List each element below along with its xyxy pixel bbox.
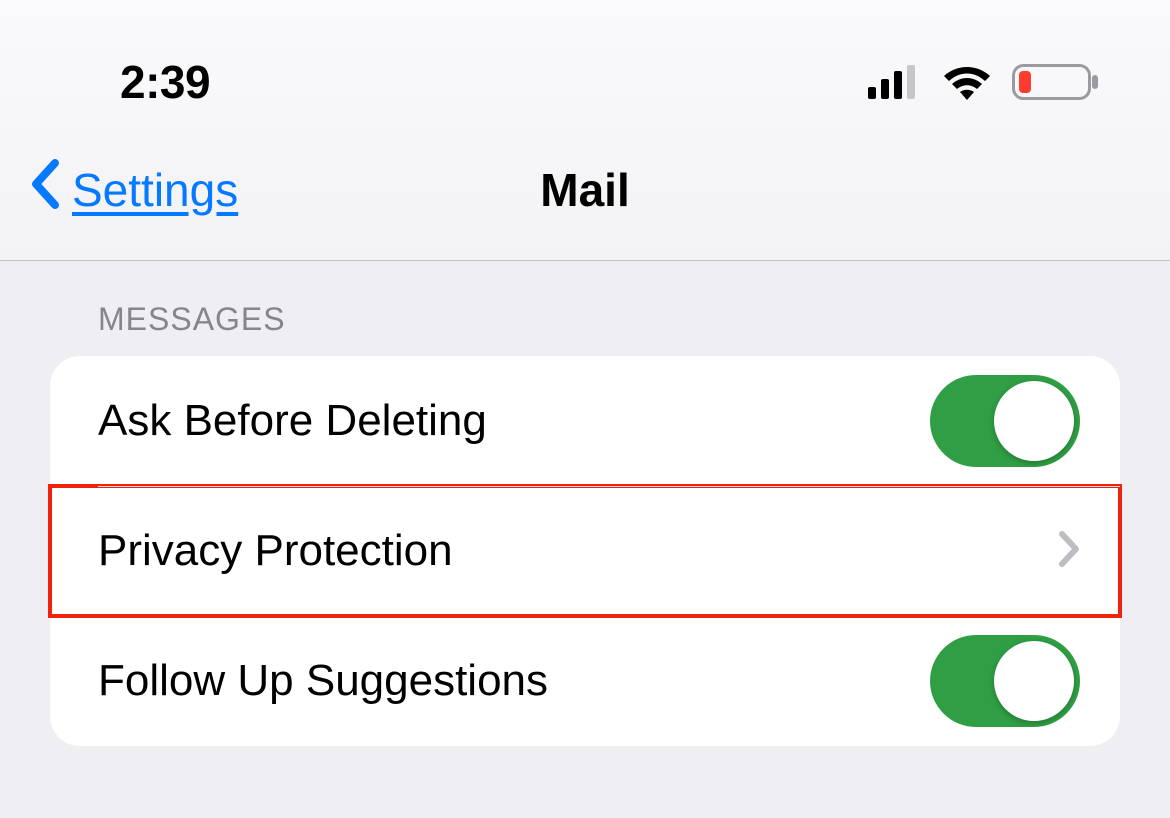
cell-label: Follow Up Suggestions xyxy=(98,656,548,706)
toggle-knob xyxy=(994,641,1074,721)
status-icons xyxy=(868,62,1100,102)
back-label: Settings xyxy=(72,163,238,217)
cell-label: Ask Before Deleting xyxy=(98,396,487,446)
wifi-icon xyxy=(942,64,992,100)
cellular-signal-icon xyxy=(868,65,922,99)
cell-ask-before-deleting[interactable]: Ask Before Deleting xyxy=(50,356,1120,486)
back-button[interactable]: Settings xyxy=(30,159,238,220)
toggle-follow-up-suggestions[interactable] xyxy=(930,635,1080,727)
cell-label: Privacy Protection xyxy=(98,526,453,576)
toggle-knob xyxy=(994,381,1074,461)
nav-bar: Settings Mail xyxy=(0,139,1170,261)
cell-follow-up-suggestions[interactable]: Follow Up Suggestions xyxy=(50,616,1120,746)
battery-low-icon xyxy=(1012,62,1100,102)
cell-privacy-protection[interactable]: Privacy Protection xyxy=(50,486,1120,616)
status-time: 2:39 xyxy=(120,55,210,109)
toggle-ask-before-deleting[interactable] xyxy=(930,375,1080,467)
chevron-right-icon xyxy=(1058,530,1080,573)
cell-group: Ask Before Deleting Privacy Protection F… xyxy=(50,356,1120,746)
page-title: Mail xyxy=(540,163,629,217)
section-messages: MESSAGES Ask Before Deleting Privacy Pro… xyxy=(0,261,1170,746)
section-header: MESSAGES xyxy=(50,301,1120,356)
chevron-left-icon xyxy=(30,159,60,220)
status-bar: 2:39 xyxy=(0,0,1170,139)
